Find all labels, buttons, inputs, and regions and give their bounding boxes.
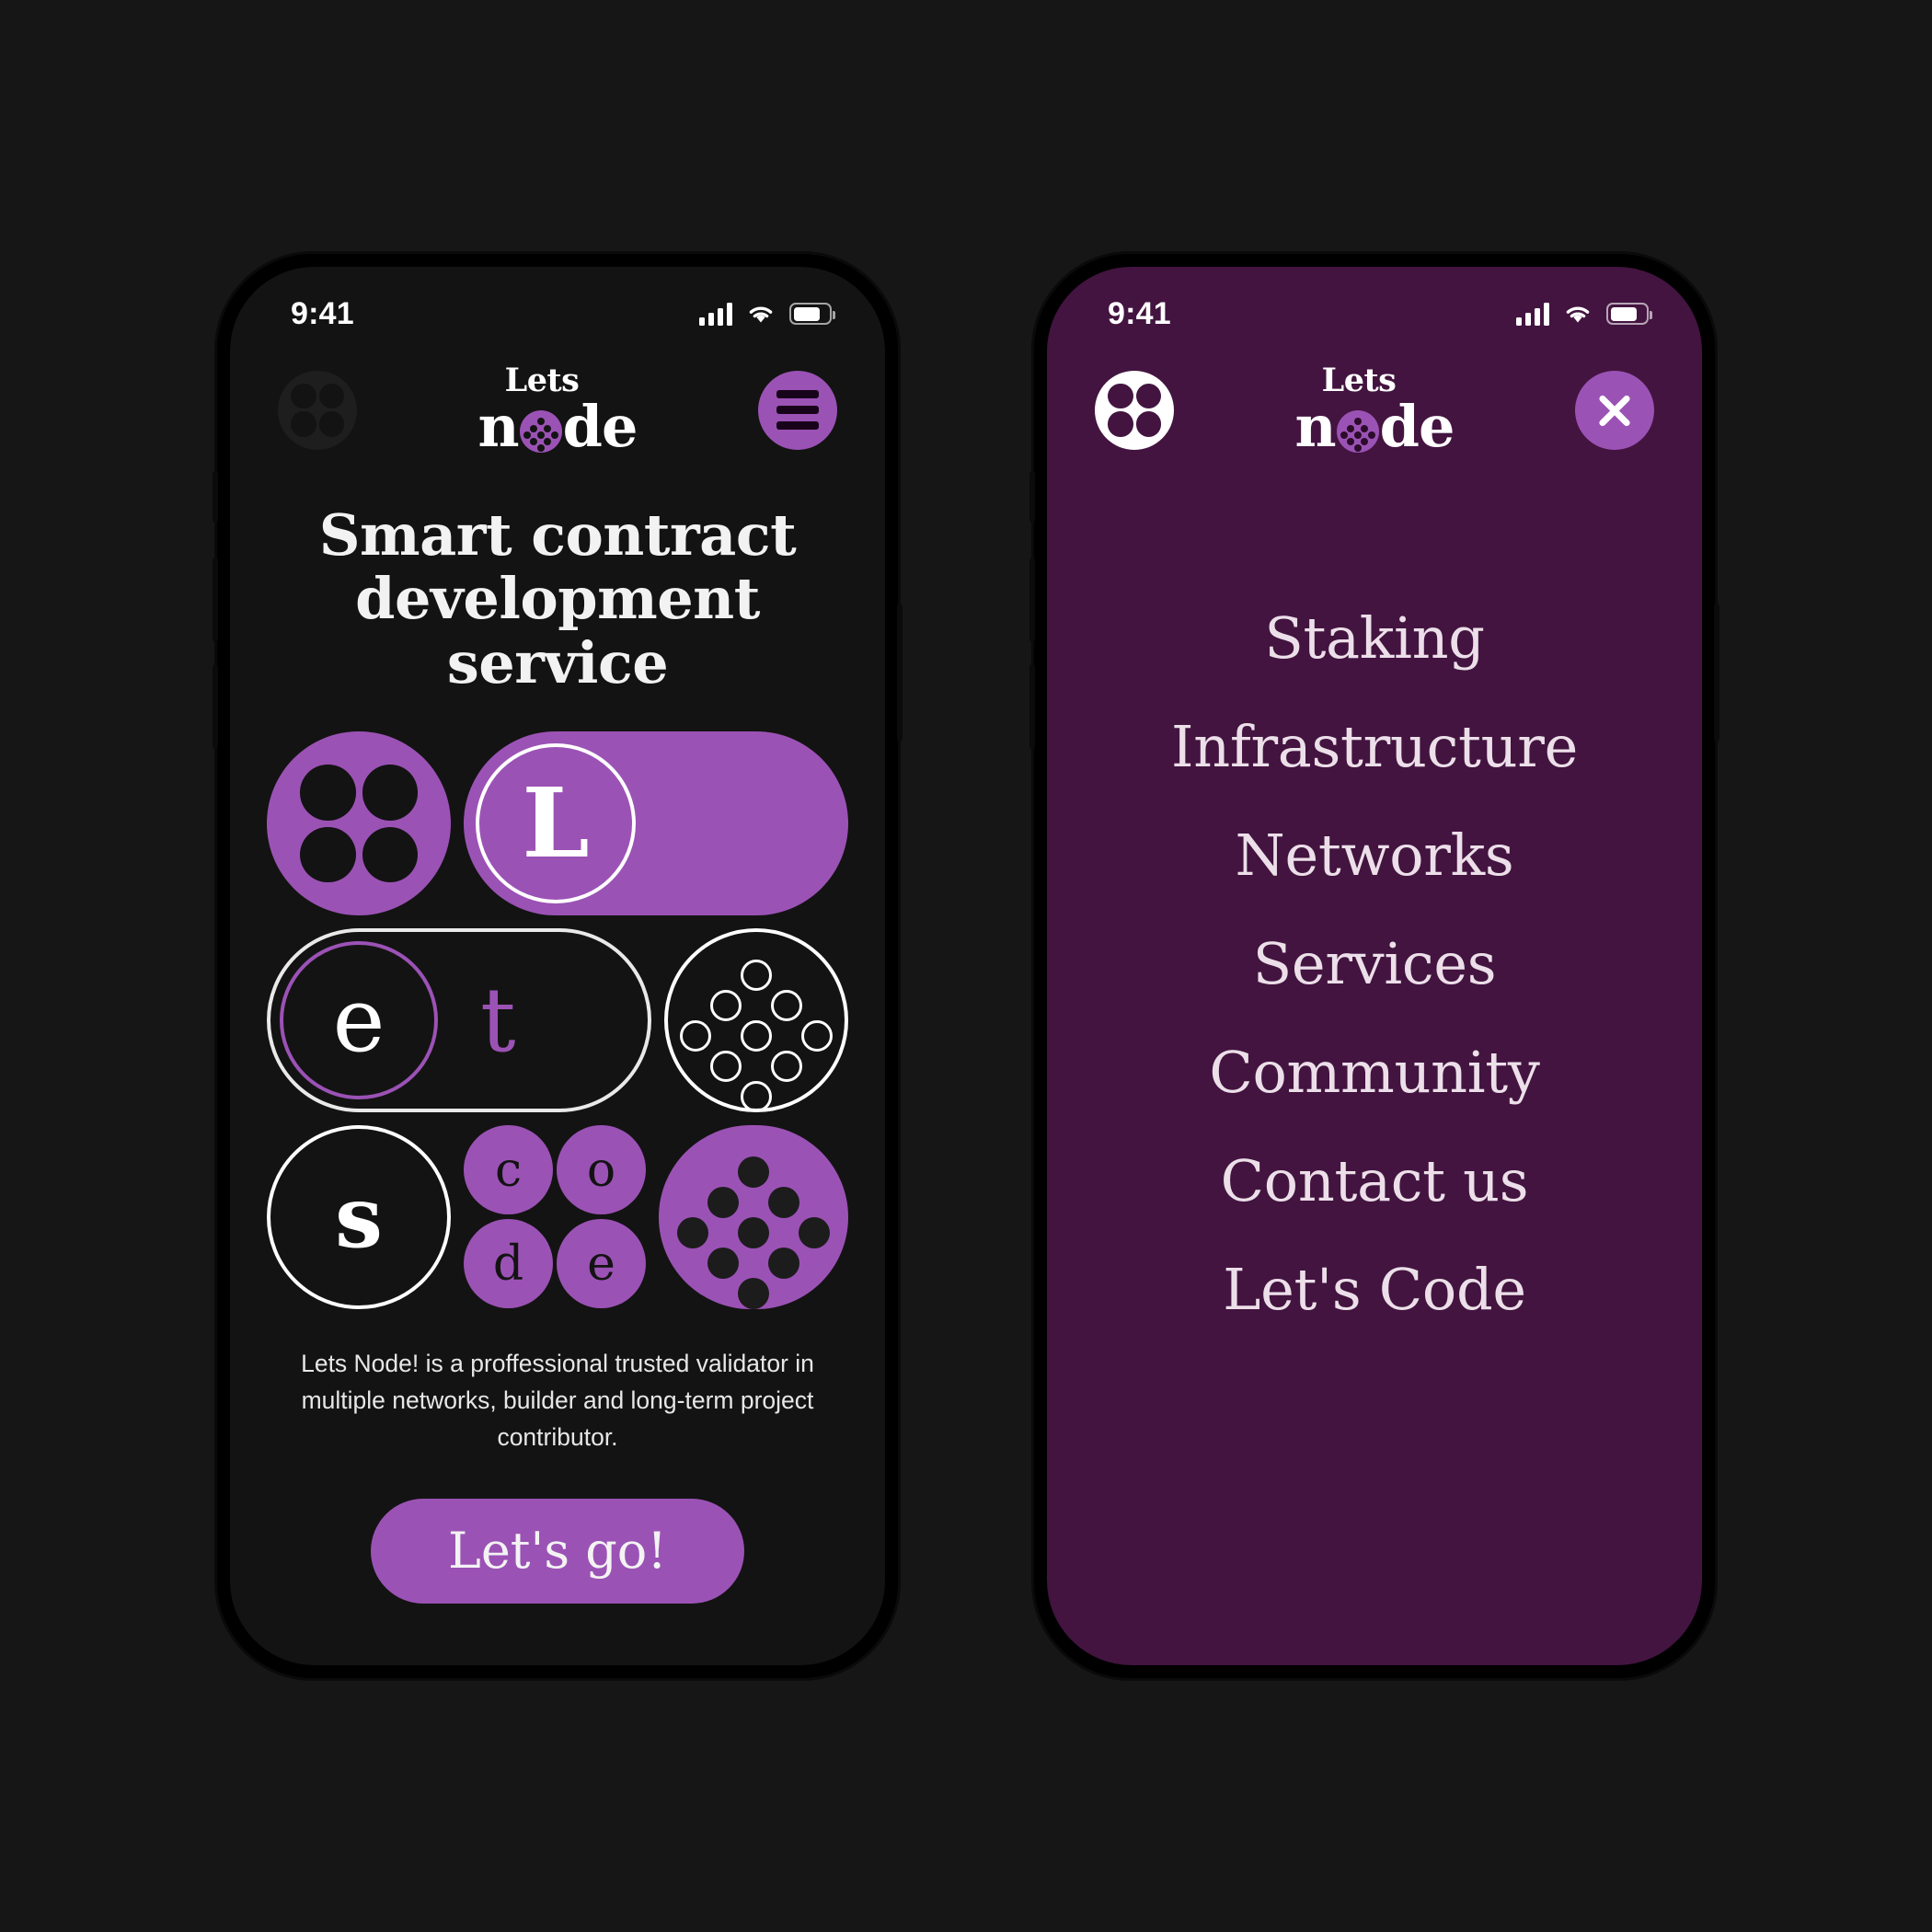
- wifi-icon: [746, 303, 776, 325]
- nav-item-services[interactable]: Services: [1253, 936, 1497, 993]
- silent-switch[interactable]: [213, 471, 218, 523]
- cta-container: Let's go!: [230, 1456, 885, 1604]
- battery-icon: [1606, 303, 1652, 325]
- hero-section: Smart contract development service: [230, 455, 885, 695]
- tile-letter-glyph-s: s: [335, 1167, 383, 1268]
- status-icons: [699, 302, 835, 326]
- cellular-signal-icon: [699, 302, 732, 326]
- volume-down-button[interactable]: [1029, 664, 1035, 749]
- nav-item-infrastructure[interactable]: Infrastructure: [1171, 719, 1578, 776]
- brand-node-icon: [1336, 410, 1379, 453]
- volume-down-button[interactable]: [213, 664, 218, 749]
- tile-row-3: s c o d e: [267, 1125, 848, 1310]
- tile-letters-et[interactable]: e t: [267, 928, 651, 1113]
- silent-switch[interactable]: [1029, 471, 1035, 523]
- page-title: Smart contract development service: [270, 503, 845, 695]
- brand-line-lets: Lets: [504, 362, 580, 399]
- nav-item-contact-us[interactable]: Contact us: [1221, 1153, 1529, 1210]
- node-cluster-outline-icon[interactable]: [664, 928, 848, 1113]
- menu-screen: 9:41 Lets n de Staking Infrastructure Ne…: [1047, 267, 1702, 1665]
- tile-row-2: e t: [267, 928, 848, 1113]
- code-letter-e: e: [557, 1219, 646, 1309]
- power-button[interactable]: [1714, 604, 1719, 742]
- description-text: Lets Node! is a proffessional trusted va…: [301, 1350, 814, 1451]
- tile-letter-glyph-t: t: [480, 969, 516, 1073]
- code-letter-glyph: o: [586, 1142, 616, 1198]
- node-cluster-shape: [677, 1156, 830, 1310]
- nav-item-networks[interactable]: Networks: [1236, 827, 1514, 884]
- tile-letter-glyph: L: [522, 766, 590, 880]
- brand-logo[interactable]: Lets n de: [478, 364, 638, 455]
- tile-letter-glyph-e: e: [332, 969, 385, 1073]
- letter-ring: L: [476, 743, 636, 904]
- wifi-icon: [1563, 303, 1593, 325]
- phone-menu: 9:41 Lets n de Staking Infrastructure Ne…: [1029, 254, 1719, 1678]
- code-letter-c: c: [464, 1125, 553, 1215]
- status-bar-home: 9:41: [230, 267, 885, 344]
- volume-up-button[interactable]: [213, 558, 218, 642]
- power-button[interactable]: [897, 604, 903, 742]
- letter-ring-purple: e: [280, 941, 438, 1100]
- brand-letter-n: n: [477, 393, 520, 460]
- node-cluster-mini-icon: [523, 418, 558, 452]
- code-letter-glyph: d: [492, 1236, 524, 1292]
- node-cluster-solid-icon[interactable]: [659, 1125, 848, 1310]
- status-time: 9:41: [291, 295, 354, 331]
- brand-line-node: n de: [1295, 398, 1455, 455]
- close-x-shape: [1594, 390, 1635, 431]
- headline-line-1: Smart contract: [318, 501, 797, 569]
- phone-home: 9:41 Lets n de Smart contract developmen…: [213, 254, 903, 1678]
- brand-node-icon: [519, 410, 562, 453]
- nav-item-staking[interactable]: Staking: [1264, 610, 1485, 667]
- code-letter-d: d: [464, 1219, 553, 1309]
- lets-node-dots-logo-icon[interactable]: [278, 370, 357, 450]
- close-x-icon[interactable]: [1574, 370, 1654, 450]
- status-icons: [1516, 302, 1652, 326]
- battery-icon: [789, 303, 835, 325]
- screenshot-canvas: 9:41 Lets n de Smart contract developmen…: [0, 0, 1932, 1932]
- four-dots-logo-icon[interactable]: [267, 731, 451, 916]
- menu-app-header: Lets n de: [1047, 344, 1702, 455]
- tile-word-code[interactable]: c o d e: [464, 1125, 646, 1309]
- brand-line-lets: Lets: [1321, 362, 1397, 399]
- nav-item-community[interactable]: Community: [1209, 1044, 1540, 1101]
- brand-letters-de: de: [1379, 393, 1455, 460]
- home-app-header: Lets n de: [230, 344, 885, 455]
- tile-letter-s[interactable]: s: [267, 1125, 451, 1310]
- status-time: 9:41: [1108, 295, 1171, 331]
- hamburger-menu-icon[interactable]: [757, 370, 837, 450]
- tile-letter-L[interactable]: L: [464, 731, 848, 916]
- cellular-signal-icon: [1516, 302, 1549, 326]
- status-bar-menu: 9:41: [1047, 267, 1702, 344]
- main-nav-menu: Staking Infrastructure Networks Services…: [1047, 455, 1702, 1665]
- tile-row-1: L: [267, 731, 848, 916]
- brand-letter-n: n: [1294, 393, 1337, 460]
- volume-up-button[interactable]: [1029, 558, 1035, 642]
- node-cluster-shape: [680, 960, 833, 1113]
- nav-item-lets-code[interactable]: Let's Code: [1223, 1261, 1526, 1318]
- lets-go-button[interactable]: Let's go!: [370, 1498, 745, 1604]
- brand-letters-de: de: [562, 393, 638, 460]
- node-cluster-mini-icon: [1340, 418, 1375, 452]
- brand-line-node: n de: [478, 398, 638, 455]
- headline-line-2: development service: [355, 565, 760, 696]
- brand-logo[interactable]: Lets n de: [1295, 364, 1455, 455]
- home-screen: 9:41 Lets n de Smart contract developmen…: [230, 267, 885, 1665]
- code-letter-glyph: e: [587, 1236, 615, 1292]
- lets-node-dots-logo-icon[interactable]: [1095, 370, 1174, 450]
- code-letter-glyph: c: [494, 1142, 523, 1198]
- code-letter-o: o: [557, 1125, 646, 1215]
- letter-tile-grid: L e t s c o d e: [230, 695, 885, 1310]
